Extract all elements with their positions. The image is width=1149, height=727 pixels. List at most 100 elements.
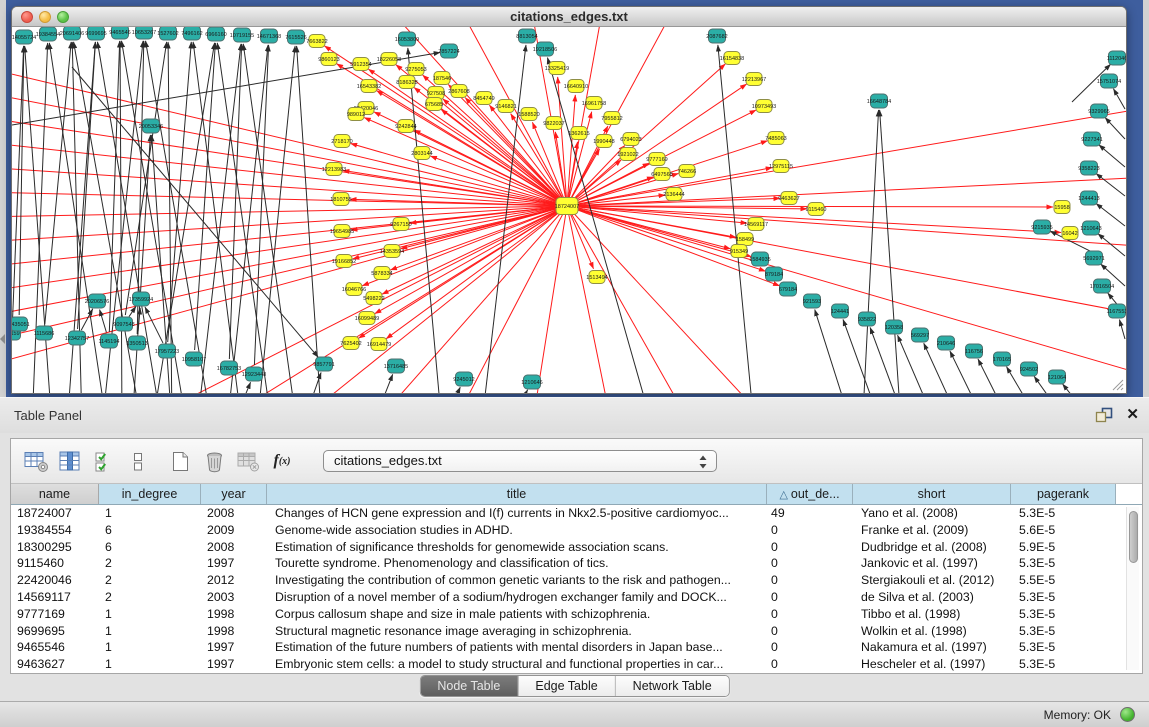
table-cell[interactable]: Tourette syndrome. Phenomenology and cla… — [267, 555, 767, 572]
table-cell[interactable]: 1 — [99, 656, 201, 673]
graph-edge[interactable] — [25, 46, 52, 393]
table-cell[interactable]: 18300295 — [11, 539, 99, 556]
table-cell[interactable]: 1997 — [201, 639, 267, 656]
table-cell[interactable]: Genome-wide association studies in ADHD. — [267, 522, 767, 539]
tab-edge-table[interactable]: Edge Table — [517, 676, 614, 696]
table-cell[interactable]: 0 — [767, 639, 853, 656]
table-cell[interactable]: 5.3E-5 — [1011, 656, 1116, 673]
network-window[interactable]: citations_edges.txt 18724007140557241938… — [11, 6, 1127, 394]
graph-edge[interactable] — [843, 319, 882, 393]
table-cell[interactable]: 2 — [99, 589, 201, 606]
new-column-button[interactable] — [165, 446, 195, 476]
table-cell[interactable]: 1997 — [201, 656, 267, 673]
table-cell[interactable]: 1997 — [201, 555, 267, 572]
table-cell[interactable]: Dudbridge et al. (2008) — [853, 539, 1011, 556]
table-cell[interactable]: Estimation of significance thresholds fo… — [267, 539, 767, 556]
table-cell[interactable]: 18724007 — [11, 505, 99, 522]
table-cell[interactable]: Corpus callosum shape and size in male p… — [267, 606, 767, 623]
table-cell[interactable]: 2012 — [201, 572, 267, 589]
network-canvas[interactable]: 1872400714055724193845542069140696996959… — [12, 27, 1126, 393]
table-scrollbar[interactable] — [1126, 507, 1139, 670]
column-header-out_de[interactable]: △out_de... — [767, 484, 853, 504]
table-cell[interactable]: de Silva et al. (2003) — [853, 589, 1011, 606]
graph-edge[interactable] — [232, 382, 251, 393]
table-cell[interactable]: Investigating the contribution of common… — [267, 572, 767, 589]
table-cell[interactable]: 1 — [99, 505, 201, 522]
graph-edge[interactable] — [1105, 118, 1125, 139]
graph-edge[interactable] — [45, 42, 71, 324]
window-resize-grip[interactable] — [1110, 377, 1124, 391]
graph-edge[interactable] — [452, 214, 563, 393]
table-row[interactable]: 969969511998Structural magnetic resonanc… — [11, 623, 1142, 640]
table-cell[interactable]: 0 — [767, 572, 853, 589]
graph-edge[interactable] — [576, 177, 1126, 206]
table-row[interactable]: 2242004622012Investigating the contribut… — [11, 572, 1142, 589]
table-cell[interactable]: 0 — [767, 623, 853, 640]
graph-edge[interactable] — [12, 46, 23, 324]
column-header-pagerank[interactable]: pagerank — [1011, 484, 1116, 504]
graph-edge[interactable] — [880, 110, 899, 393]
table-cell[interactable]: 0 — [767, 589, 853, 606]
table-cell[interactable]: 5.3E-5 — [1011, 505, 1116, 522]
table-row[interactable]: 946554611997Estimation of the future num… — [11, 639, 1142, 656]
table-cell[interactable]: 9115460 — [11, 555, 99, 572]
memory-status-indicator[interactable] — [1120, 707, 1135, 722]
graph-edge[interactable] — [168, 42, 172, 393]
table-cell[interactable]: 1998 — [201, 623, 267, 640]
table-row[interactable]: 946362711997Embryonic stem cells: a mode… — [11, 656, 1142, 673]
table-cell[interactable]: 1998 — [201, 606, 267, 623]
table-cell[interactable]: 0 — [767, 606, 853, 623]
table-cell[interactable]: Stergiakouli et al. (2012) — [853, 572, 1011, 589]
graph-edge[interactable] — [815, 310, 852, 393]
table-combobox[interactable]: citations_edges.txt — [323, 450, 717, 472]
table-cell[interactable]: 5.3E-5 — [1011, 623, 1116, 640]
table-cell[interactable]: 6 — [99, 539, 201, 556]
delete-column-button[interactable] — [199, 446, 229, 476]
table-cell[interactable]: Franke et al. (2009) — [853, 522, 1011, 539]
table-cell[interactable]: 9465546 — [11, 639, 99, 656]
table-cell[interactable]: Changes of HCN gene expression and I(f) … — [267, 505, 767, 522]
zoom-window-button[interactable] — [57, 11, 69, 23]
graph-edge[interactable] — [109, 41, 119, 332]
table-cell[interactable]: 0 — [767, 555, 853, 572]
graph-edge[interactable] — [430, 156, 558, 203]
table-cell[interactable]: 9699695 — [11, 623, 99, 640]
show-column-button[interactable] — [55, 446, 85, 476]
minimize-window-button[interactable] — [39, 11, 51, 23]
table-cell[interactable]: 5.9E-5 — [1011, 539, 1116, 556]
table-cell[interactable]: 5.5E-5 — [1011, 572, 1116, 589]
graph-edge[interactable] — [12, 207, 558, 242]
graph-edge[interactable] — [243, 44, 297, 393]
table-cell[interactable]: 0 — [767, 656, 853, 673]
table-cell[interactable]: 2 — [99, 555, 201, 572]
column-header-title[interactable]: title — [267, 484, 767, 504]
table-cell[interactable]: Disruption of a novel member of a sodium… — [267, 589, 767, 606]
table-cell[interactable]: 19384554 — [11, 522, 99, 539]
graph-edge[interactable] — [390, 209, 558, 270]
graph-edge[interactable] — [227, 45, 268, 393]
table-row[interactable]: 977716911998Corpus callosum shape and si… — [11, 606, 1142, 623]
column-header-in_degree[interactable]: in_degree — [99, 484, 201, 504]
graph-edge[interactable] — [442, 387, 460, 393]
table-cell[interactable]: Wolkin et al. (1998) — [853, 623, 1011, 640]
table-cell[interactable]: Yano et al. (2008) — [853, 505, 1011, 522]
graph-edge[interactable] — [507, 390, 528, 393]
float-panel-icon[interactable] — [1095, 407, 1113, 423]
table-cell[interactable]: 2003 — [201, 589, 267, 606]
graph-edge[interactable] — [1063, 384, 1097, 393]
table-row[interactable]: 911546021997Tourette syndrome. Phenomeno… — [11, 555, 1142, 572]
table-row[interactable]: 1872400712008Changes of HCN gene express… — [11, 505, 1142, 522]
graph-edge[interactable] — [1119, 320, 1125, 339]
table-cell[interactable]: Tibbo et al. (1998) — [853, 606, 1011, 623]
graph-edge[interactable] — [1096, 174, 1125, 196]
table-cell[interactable]: 14569117 — [11, 589, 99, 606]
graph-edge[interactable] — [72, 67, 318, 357]
graph-edge[interactable] — [254, 45, 268, 365]
table-cell[interactable]: 2008 — [201, 539, 267, 556]
table-cell[interactable]: 0 — [767, 539, 853, 556]
clear-selection-button[interactable] — [123, 446, 153, 476]
table-cell[interactable]: Jankovic et al. (1997) — [853, 555, 1011, 572]
close-window-button[interactable] — [21, 11, 33, 23]
column-header-name[interactable]: name — [11, 484, 99, 504]
graph-edge[interactable] — [343, 170, 558, 204]
